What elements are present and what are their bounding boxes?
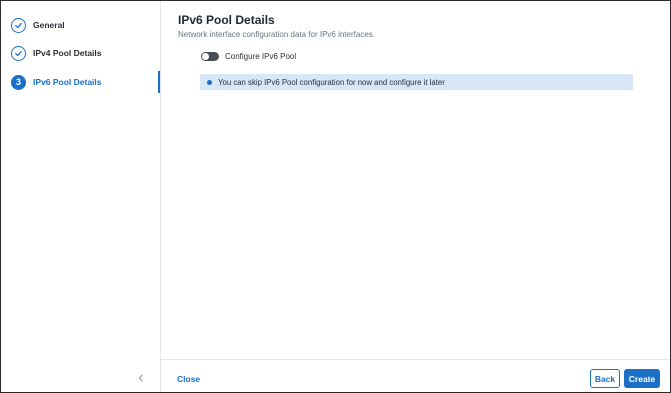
info-text: You can skip IPv6 Pool configuration for… <box>218 77 445 87</box>
wizard-window: General IPv4 Pool Details 3 IPv6 Pool De… <box>0 0 671 393</box>
info-dot-icon <box>207 79 212 85</box>
step-label: IPv6 Pool Details <box>33 77 102 87</box>
chevron-left-icon[interactable] <box>136 372 146 384</box>
wizard-footer: Close Back Create <box>161 359 670 392</box>
wizard-sidebar: General IPv4 Pool Details 3 IPv6 Pool De… <box>1 1 161 392</box>
back-button[interactable]: Back <box>590 369 620 388</box>
page-title: IPv6 Pool Details <box>178 13 275 27</box>
step-label: General <box>33 20 65 30</box>
step-number: 3 <box>15 76 21 87</box>
toggle-knob <box>202 53 209 60</box>
configure-ipv6-pool-toggle[interactable] <box>201 52 219 61</box>
main-content: IPv6 Pool Details Network interface conf… <box>161 1 670 359</box>
step-ipv6-pool-details[interactable]: 3 IPv6 Pool Details <box>11 73 102 91</box>
info-banner: You can skip IPv6 Pool configuration for… <box>200 74 633 90</box>
toggle-label: Configure IPv6 Pool <box>225 52 297 61</box>
step-ipv4-pool-details[interactable]: IPv4 Pool Details <box>11 44 102 62</box>
step-number-badge: 3 <box>11 74 26 90</box>
page-subtitle: Network interface configuration data for… <box>178 30 375 39</box>
check-icon <box>11 17 26 33</box>
check-icon <box>11 45 26 61</box>
step-general[interactable]: General <box>11 16 65 34</box>
step-label: IPv4 Pool Details <box>33 48 102 58</box>
active-step-indicator <box>158 71 160 93</box>
create-button[interactable]: Create <box>624 369 660 388</box>
close-button[interactable]: Close <box>177 374 200 384</box>
configure-ipv6-toggle-row: Configure IPv6 Pool <box>201 52 296 61</box>
